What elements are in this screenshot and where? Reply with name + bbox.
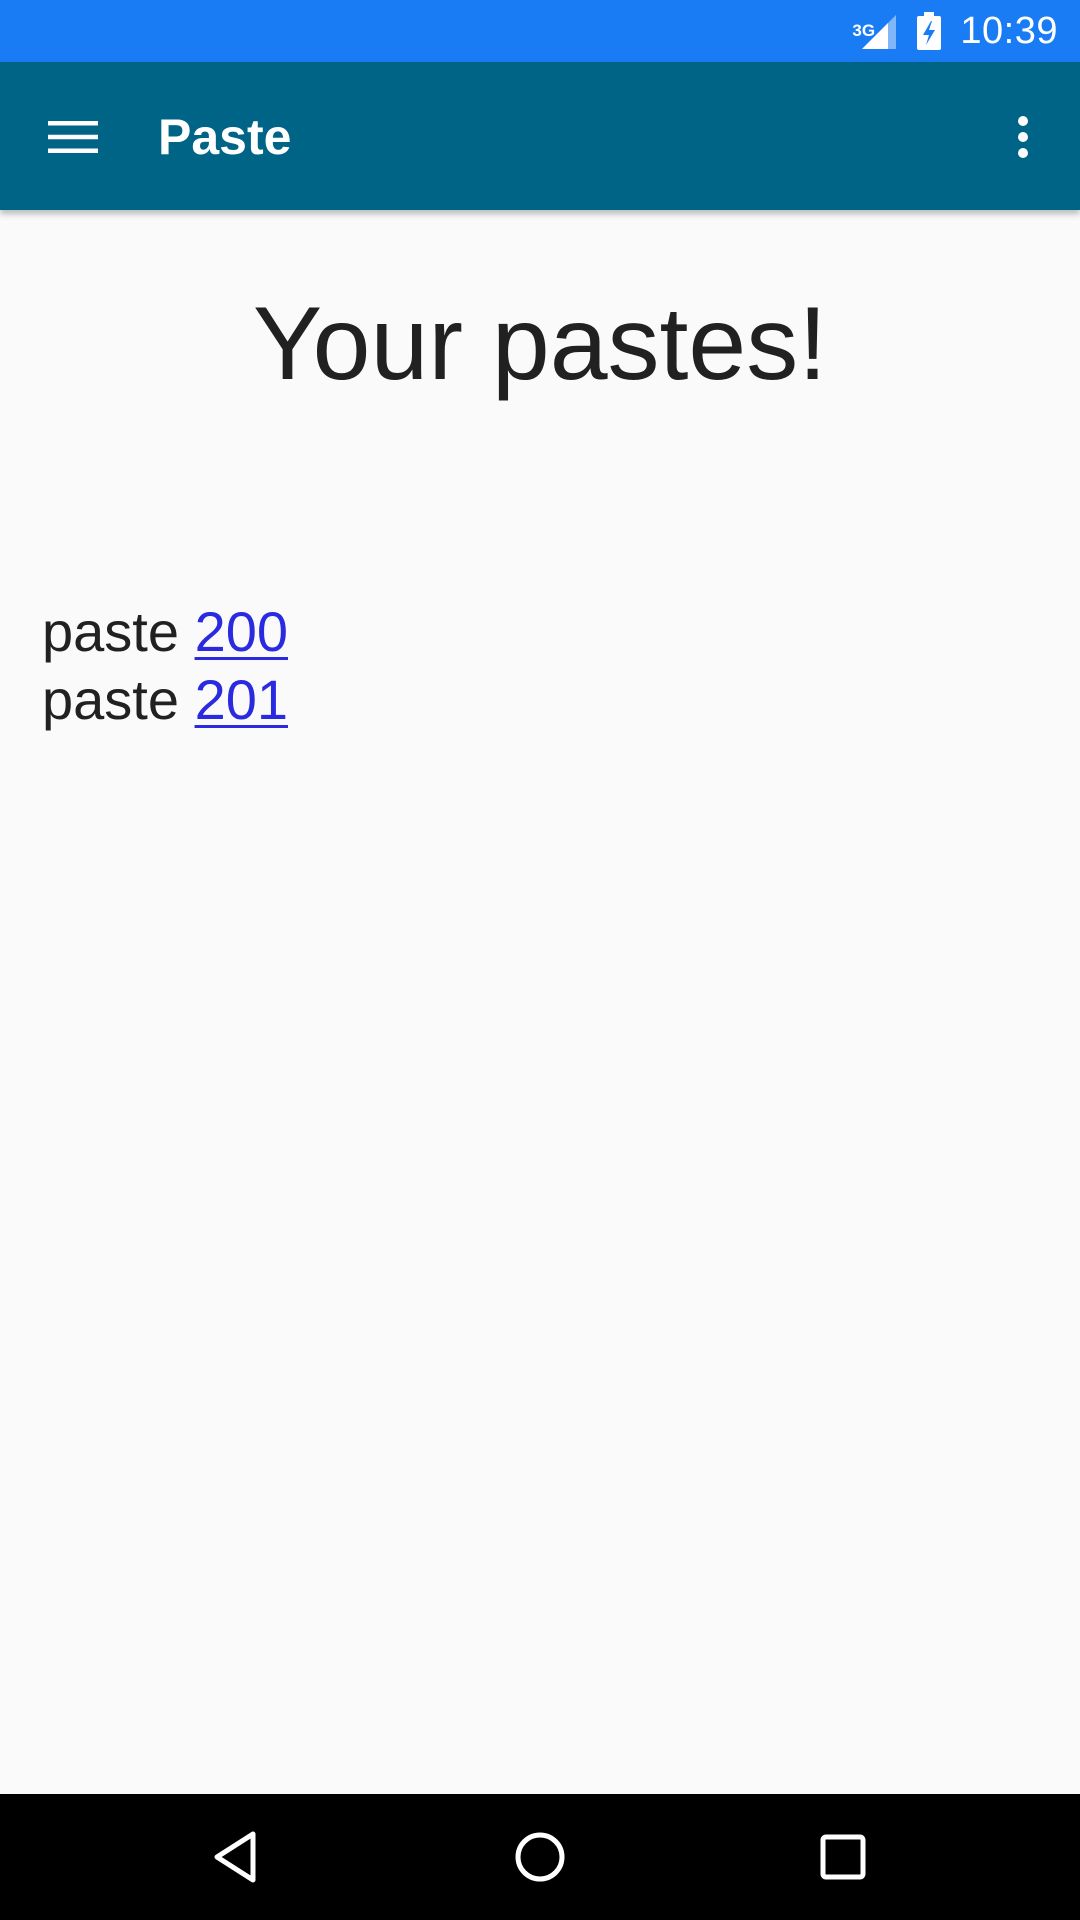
paste-list-item: paste 200 <box>42 598 288 666</box>
paste-prefix: paste <box>42 600 179 663</box>
hamburger-menu-icon <box>48 121 98 153</box>
main-content: Your pastes! paste 200 paste 201 <box>0 210 1080 1794</box>
page-heading: Your pastes! <box>252 286 828 402</box>
battery-charging-icon <box>917 12 942 50</box>
overflow-menu-button[interactable] <box>988 102 1058 172</box>
paste-list-item: paste 201 <box>42 666 288 734</box>
navigation-menu-button[interactable] <box>24 102 122 172</box>
back-button[interactable] <box>196 1817 276 1897</box>
more-vertical-icon <box>1018 116 1028 158</box>
paste-list: paste 200 paste 201 <box>42 598 288 734</box>
back-icon <box>214 1831 256 1883</box>
system-navigation-bar <box>0 1794 1080 1920</box>
app-title: Paste <box>158 109 292 165</box>
network-type-label: 3G <box>852 21 876 40</box>
app-bar: Paste <box>0 62 1080 210</box>
status-clock: 10:39 <box>960 9 1058 52</box>
status-icons: 3G 10:39 <box>852 0 1058 62</box>
paste-link-200[interactable]: 200 <box>195 600 288 663</box>
signal-indicator: 3G <box>852 11 898 51</box>
battery-indicator <box>916 11 942 51</box>
paste-link-201[interactable]: 201 <box>195 668 288 731</box>
recents-button[interactable] <box>803 1817 883 1897</box>
paste-prefix: paste <box>42 668 179 731</box>
recents-icon <box>820 1834 866 1880</box>
home-button[interactable] <box>500 1817 580 1897</box>
home-icon <box>515 1832 565 1882</box>
status-bar: 3G 10:39 <box>0 0 1080 62</box>
